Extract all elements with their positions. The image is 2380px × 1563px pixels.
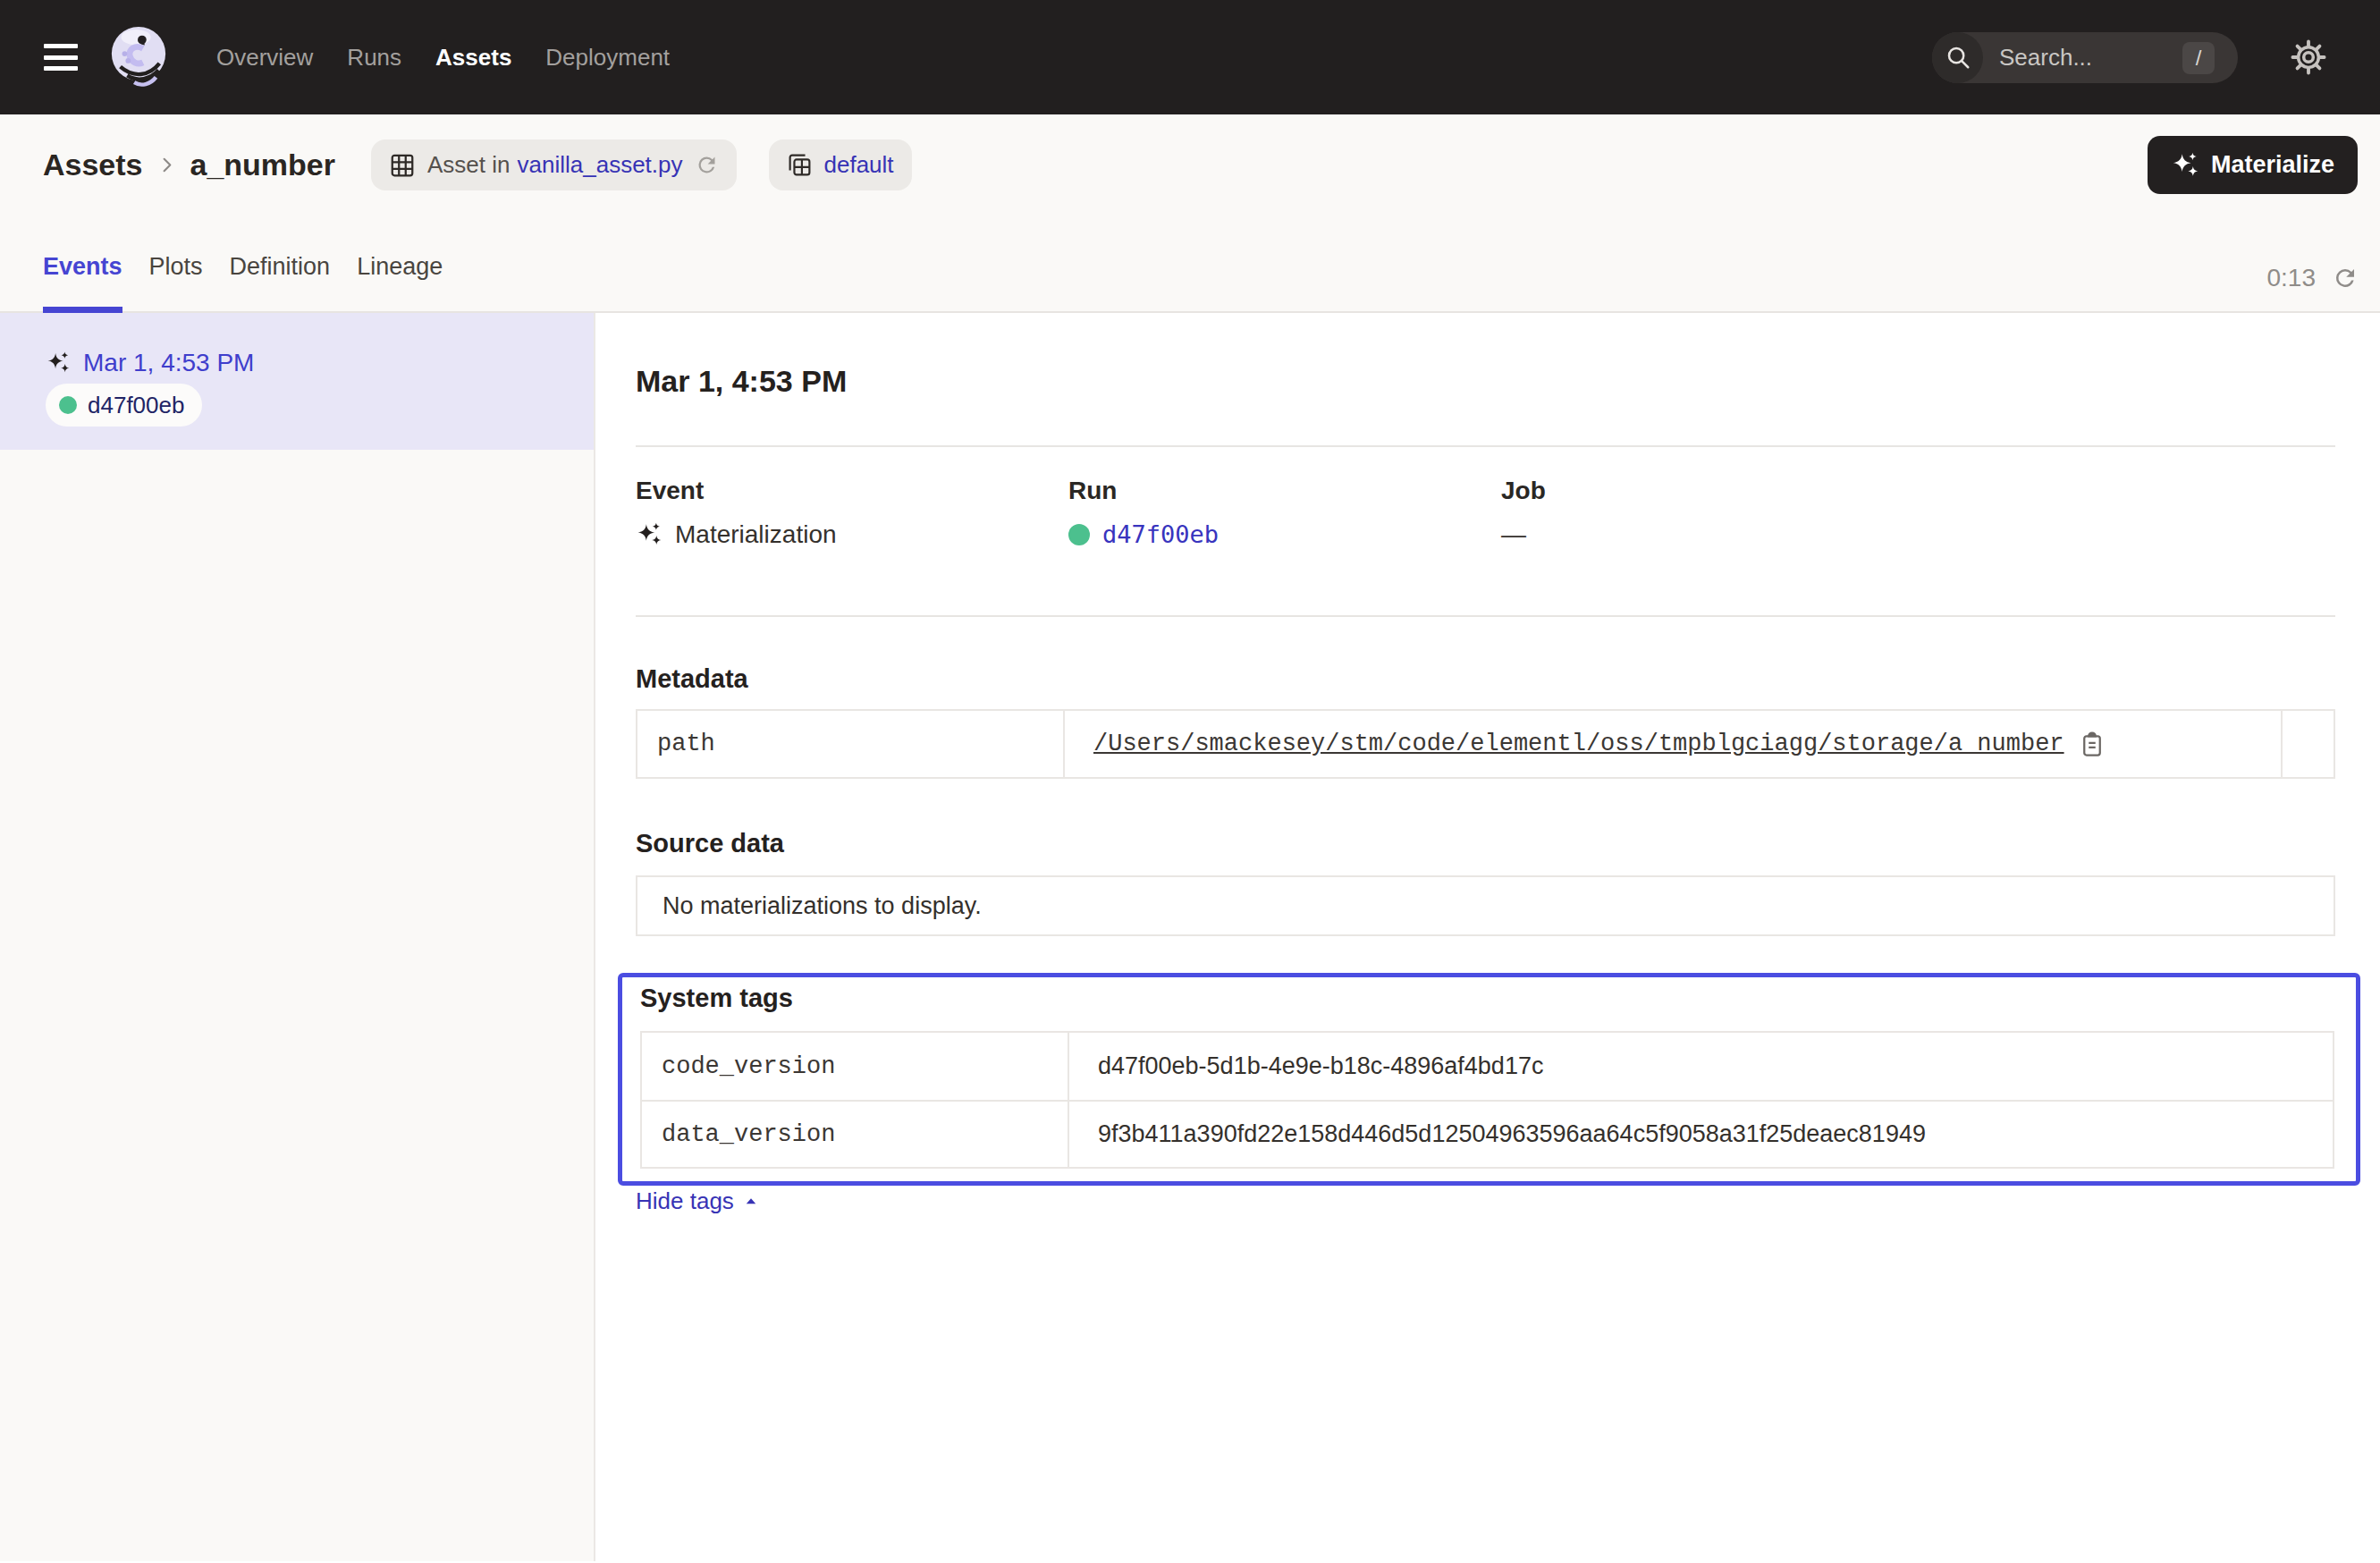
repo-chip-label[interactable]: default <box>824 151 894 179</box>
materialize-label: Materialize <box>2211 151 2334 179</box>
top-nav: Overview Runs Assets Deployment / <box>0 0 2380 114</box>
run-chip[interactable]: d47f00eb <box>46 384 202 427</box>
search-box[interactable]: / <box>1932 32 2238 83</box>
table-row: data_version 9f3b411a390fd22e158d446d5d1… <box>642 1100 2333 1167</box>
asset-chip-prefix: Asset in <box>427 151 511 179</box>
nav-right-zone: / <box>1932 0 2380 114</box>
metadata-heading: Metadata <box>636 663 2380 694</box>
search-input[interactable] <box>1999 44 2160 72</box>
job-value: — <box>1501 520 1526 549</box>
sparkle-icon <box>636 521 663 548</box>
chevron-right-icon <box>156 155 177 175</box>
job-column-label: Job <box>1501 476 1934 505</box>
copy-icon[interactable] <box>2079 731 2106 757</box>
tab-lineage[interactable]: Lineage <box>357 255 443 311</box>
nav-item-assets[interactable]: Assets <box>435 44 511 72</box>
tag-value: 9f3b411a390fd22e158d446d5d12504963596aa6… <box>1069 1102 2333 1167</box>
source-data-heading: Source data <box>636 828 2380 858</box>
system-tags-heading: System tags <box>640 983 2334 1013</box>
repo-icon <box>787 152 813 178</box>
page-header: Assets a_number Asset in vanilla_asset.p… <box>0 114 2380 313</box>
tag-value: d47f00eb-5d1b-4e9e-b18c-4896af4bd17c <box>1069 1033 2333 1100</box>
metadata-key: path <box>637 711 1065 777</box>
dagster-logo[interactable] <box>107 26 170 89</box>
run-status-dot <box>1068 524 1090 545</box>
materialize-button[interactable]: Materialize <box>2148 136 2358 194</box>
nav-item-deployment[interactable]: Deployment <box>545 44 670 72</box>
tag-key: data_version <box>642 1102 1069 1167</box>
run-status-dot <box>59 396 77 414</box>
gear-icon[interactable] <box>2285 34 2332 80</box>
system-tags-table: code_version d47f00eb-5d1b-4e9e-b18c-489… <box>640 1031 2334 1169</box>
source-data-empty-message: No materializations to display. <box>663 892 982 920</box>
tab-events[interactable]: Events <box>43 255 122 311</box>
tab-definition[interactable]: Definition <box>230 255 331 311</box>
source-data-empty: No materializations to display. <box>636 875 2335 936</box>
run-chip-id: d47f00eb <box>88 392 184 419</box>
sparkle-icon <box>2171 151 2199 180</box>
main-nav-links: Overview Runs Assets Deployment <box>216 44 670 72</box>
reload-icon[interactable] <box>695 153 719 177</box>
hide-tags-label: Hide tags <box>636 1187 734 1215</box>
asset-definition-chip[interactable]: Asset in vanilla_asset.py <box>371 139 737 190</box>
refresh-icon[interactable] <box>2332 265 2359 291</box>
hamburger-menu-icon[interactable] <box>44 44 78 71</box>
breadcrumb-asset-name: a_number <box>190 148 336 182</box>
hide-tags-link[interactable]: Hide tags <box>636 1187 759 1215</box>
grid-icon <box>389 152 416 179</box>
event-detail-panel: Mar 1, 4:53 PM Event Materialization Run <box>595 313 2380 1561</box>
nav-item-runs[interactable]: Runs <box>347 44 401 72</box>
table-row: path /Users/smackesey/stm/code/elementl/… <box>637 711 2334 777</box>
run-column-label: Run <box>1068 476 1501 505</box>
event-column-label: Event <box>636 476 1068 505</box>
metadata-action-cell <box>2281 711 2334 777</box>
refresh-countdown: 0:13 <box>2267 265 2317 291</box>
event-title: Mar 1, 4:53 PM <box>636 363 2380 399</box>
nav-item-overview[interactable]: Overview <box>216 44 313 72</box>
sparkle-icon <box>46 351 71 376</box>
asset-chip-file-link[interactable]: vanilla_asset.py <box>518 151 683 179</box>
search-shortcut-key: / <box>2182 42 2215 74</box>
events-sidebar: Mar 1, 4:53 PM d47f00eb <box>0 313 595 1561</box>
search-icon <box>1932 32 1983 83</box>
tab-plots[interactable]: Plots <box>149 255 203 311</box>
breadcrumb-assets[interactable]: Assets <box>43 148 143 182</box>
metadata-path-link[interactable]: /Users/smackesey/stm/code/elementl/oss/t… <box>1093 731 2064 757</box>
caret-up-icon <box>743 1194 759 1210</box>
event-type-value: Materialization <box>675 520 837 549</box>
repository-chip[interactable]: default <box>769 139 912 190</box>
system-tags-section: System tags code_version d47f00eb-5d1b-4… <box>618 973 2360 1186</box>
tag-key: code_version <box>642 1033 1069 1100</box>
event-list-item[interactable]: Mar 1, 4:53 PM d47f00eb <box>0 313 594 450</box>
event-timestamp[interactable]: Mar 1, 4:53 PM <box>83 349 254 377</box>
metadata-table: path /Users/smackesey/stm/code/elementl/… <box>636 709 2335 779</box>
table-row: code_version d47f00eb-5d1b-4e9e-b18c-489… <box>642 1033 2333 1100</box>
asset-tabs: Events Plots Definition Lineage <box>43 255 443 311</box>
run-id-link[interactable]: d47f00eb <box>1102 520 1219 548</box>
